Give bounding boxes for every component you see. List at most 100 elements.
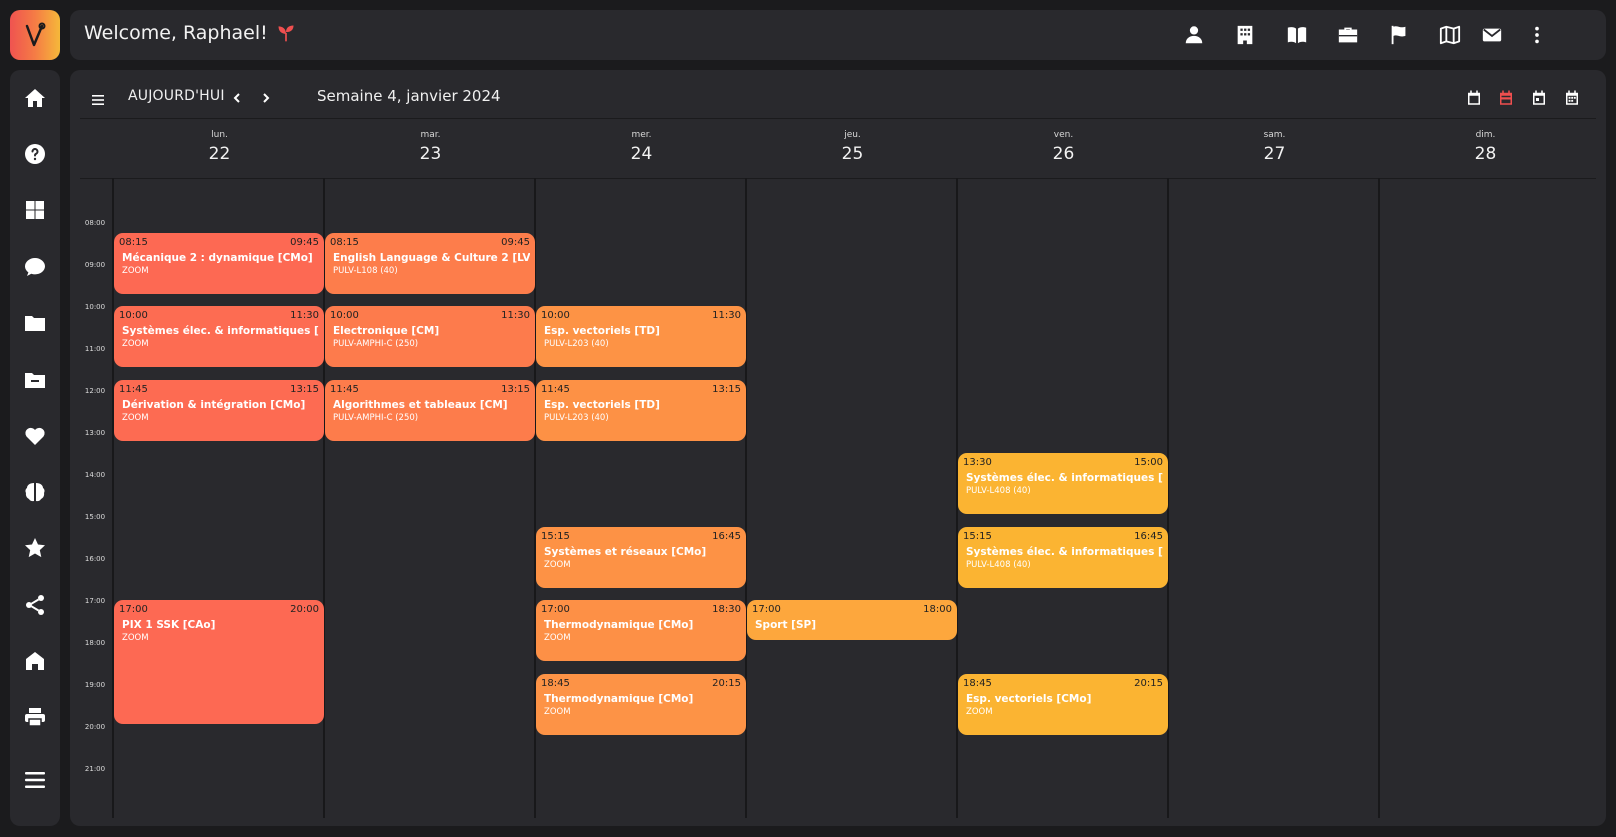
previous-week-button[interactable]: [228, 88, 246, 108]
day-number: 25: [841, 144, 864, 164]
more-icon[interactable]: [1525, 23, 1549, 47]
share-icon[interactable]: [10, 585, 60, 625]
app-logo[interactable]: [10, 10, 60, 60]
calendar-day-icon: [1533, 90, 1545, 105]
day-header-fri[interactable]: ven. 26: [958, 130, 1169, 164]
welcome-text: Welcome, Raphael!: [84, 22, 268, 44]
calendar-week-icon: [1500, 90, 1512, 105]
chat-icon[interactable]: [10, 247, 60, 287]
calendar-event[interactable]: 10:00 11:30 Electronique [CM] PULV-AMPHI-C …: [325, 306, 535, 367]
event-title: English Language & Culture 2 [LV]: [333, 251, 530, 264]
calendar-event[interactable]: 18:45 20:15 Esp. vectoriels [CMo] ZOOM: [958, 673, 1168, 735]
today-button[interactable]: AUJOURD'HUI: [128, 88, 225, 104]
book-icon[interactable]: [1285, 23, 1309, 47]
calendar-event[interactable]: 08:15 09:45 Mécanique 2 : dynamique [CMo] Z…: [114, 232, 324, 294]
event-title: Thermodynamique [CMo]: [544, 619, 694, 631]
calendar-event[interactable]: 08:15 09:45 English Language & Culture 2 […: [325, 232, 535, 294]
building-icon[interactable]: [1233, 23, 1257, 47]
event-end-time: 18:30: [712, 604, 741, 615]
logo-icon: [25, 22, 46, 47]
event-times: 17:00 20:00: [119, 604, 319, 615]
menu-icon[interactable]: [10, 760, 60, 800]
event-location: PULV-L408 (40): [966, 559, 1031, 570]
print-icon[interactable]: [10, 697, 60, 737]
user-icon[interactable]: [1182, 23, 1206, 47]
event-times: 17:00 18:30: [541, 604, 741, 615]
event-start-time: 18:45: [963, 677, 992, 689]
event-times: 10:00 11:30: [541, 310, 741, 321]
event-end-time: 20:15: [1134, 677, 1163, 689]
event-location: ZOOM: [544, 706, 571, 717]
event-end-time: 18:00: [923, 604, 952, 615]
calendar-event[interactable]: 11:45 13:15 Esp. vectoriels [TD] PULV-L203 …: [536, 379, 746, 441]
calendar-event[interactable]: 17:00 18:30 Thermodynamique [CMo] ZOOM: [536, 600, 746, 661]
home-icon[interactable]: [10, 78, 60, 118]
toolbar-divider: [80, 118, 1596, 119]
calendar-event[interactable]: 17:00 20:00 PIX 1 SSK [CAo] ZOOM: [114, 600, 324, 724]
folder-minus-icon[interactable]: [10, 360, 60, 400]
event-end-time: 20:15: [712, 677, 741, 689]
event-title: Algorithmes et tableaux [CM]: [333, 398, 508, 411]
folder-icon[interactable]: [10, 303, 60, 343]
event-start-time: 10:00: [541, 310, 570, 321]
event-location: ZOOM: [544, 633, 571, 643]
calendar-event[interactable]: 18:45 20:15 Thermodynamique [CMo] ZOOM: [536, 673, 746, 735]
calendar-menu-icon[interactable]: [88, 90, 108, 110]
calendar-event[interactable]: 15:15 16:45 Systèmes élec. & informatiques…: [958, 526, 1168, 588]
day-number: 22: [208, 144, 231, 164]
event-times: 13:30 15:00: [963, 457, 1163, 468]
time-label: 08:00: [84, 219, 106, 227]
event-times: 11:45 13:15: [119, 384, 319, 395]
header-divider: [80, 178, 1596, 179]
time-label: 13:00: [84, 429, 106, 437]
day-header-wed[interactable]: mer. 24: [536, 130, 747, 164]
briefcase-icon[interactable]: [1336, 23, 1360, 47]
calendar-list-icon: [1566, 90, 1578, 105]
calendar-event[interactable]: 13:30 15:00 Systèmes élec. & informatiques…: [958, 453, 1168, 514]
day-name: dim.: [1475, 130, 1496, 140]
event-start-time: 18:45: [541, 677, 570, 689]
chevron-right-icon: [263, 93, 270, 103]
calendar-event[interactable]: 10:00 11:30 Systèmes élec. & informatiques…: [114, 306, 324, 367]
event-end-time: 16:45: [712, 530, 741, 542]
welcome-message: Welcome, Raphael!: [84, 22, 296, 44]
event-times: 10:00 11:30: [119, 310, 319, 321]
next-week-button[interactable]: [257, 88, 275, 108]
day-header-sun[interactable]: dim. 28: [1380, 130, 1591, 164]
heart-icon[interactable]: [10, 416, 60, 456]
brain-icon[interactable]: [10, 472, 60, 512]
flag-icon[interactable]: [1387, 23, 1411, 47]
day-header-thu[interactable]: jeu. 25: [747, 130, 958, 164]
day-view-button[interactable]: [1529, 88, 1549, 108]
day-name: sam.: [1263, 130, 1286, 140]
dashboard-icon[interactable]: [10, 190, 60, 230]
day-header-sat[interactable]: sam. 27: [1169, 130, 1380, 164]
day-header-tue[interactable]: mar. 23: [325, 130, 536, 164]
list-view-button[interactable]: [1562, 88, 1582, 108]
calendar-event[interactable]: 17:00 18:00 Sport [SP]: [747, 600, 957, 640]
event-title: Esp. vectoriels [CMo]: [966, 692, 1092, 705]
star-icon[interactable]: [10, 528, 60, 568]
week-title: Semaine 4, janvier 2024: [317, 87, 501, 105]
calendar-event[interactable]: 10:00 11:30 Esp. vectoriels [TD] PULV-L203 …: [536, 306, 746, 367]
time-label: 16:00: [84, 555, 106, 563]
event-location: ZOOM: [122, 412, 149, 423]
calendar-event[interactable]: 11:45 13:15 Dérivation & intégration [CMo]…: [114, 379, 324, 441]
house-icon[interactable]: [10, 641, 60, 681]
day-header-mon[interactable]: lun. 22: [114, 130, 325, 164]
event-times: 10:00 11:30: [330, 310, 530, 321]
event-location: PULV-L203 (40): [544, 339, 609, 349]
event-times: 18:45 20:15: [541, 678, 741, 689]
help-icon[interactable]: [10, 134, 60, 174]
event-end-time: 11:30: [501, 310, 530, 321]
calendar-event[interactable]: 11:45 13:15 Algorithmes et tableaux [CM] PU…: [325, 379, 535, 441]
top-header: Welcome, Raphael!: [70, 10, 1606, 60]
mail-icon[interactable]: [1480, 23, 1504, 47]
map-icon[interactable]: [1438, 23, 1462, 47]
day-number: 24: [630, 144, 653, 164]
calendar-event[interactable]: 15:15 16:45 Systèmes et réseaux [CMo] ZOOM: [536, 526, 746, 588]
time-label: 18:00: [84, 639, 106, 647]
event-end-time: 15:00: [1134, 457, 1163, 468]
month-view-button[interactable]: [1464, 88, 1484, 108]
week-view-button[interactable]: [1496, 88, 1516, 108]
